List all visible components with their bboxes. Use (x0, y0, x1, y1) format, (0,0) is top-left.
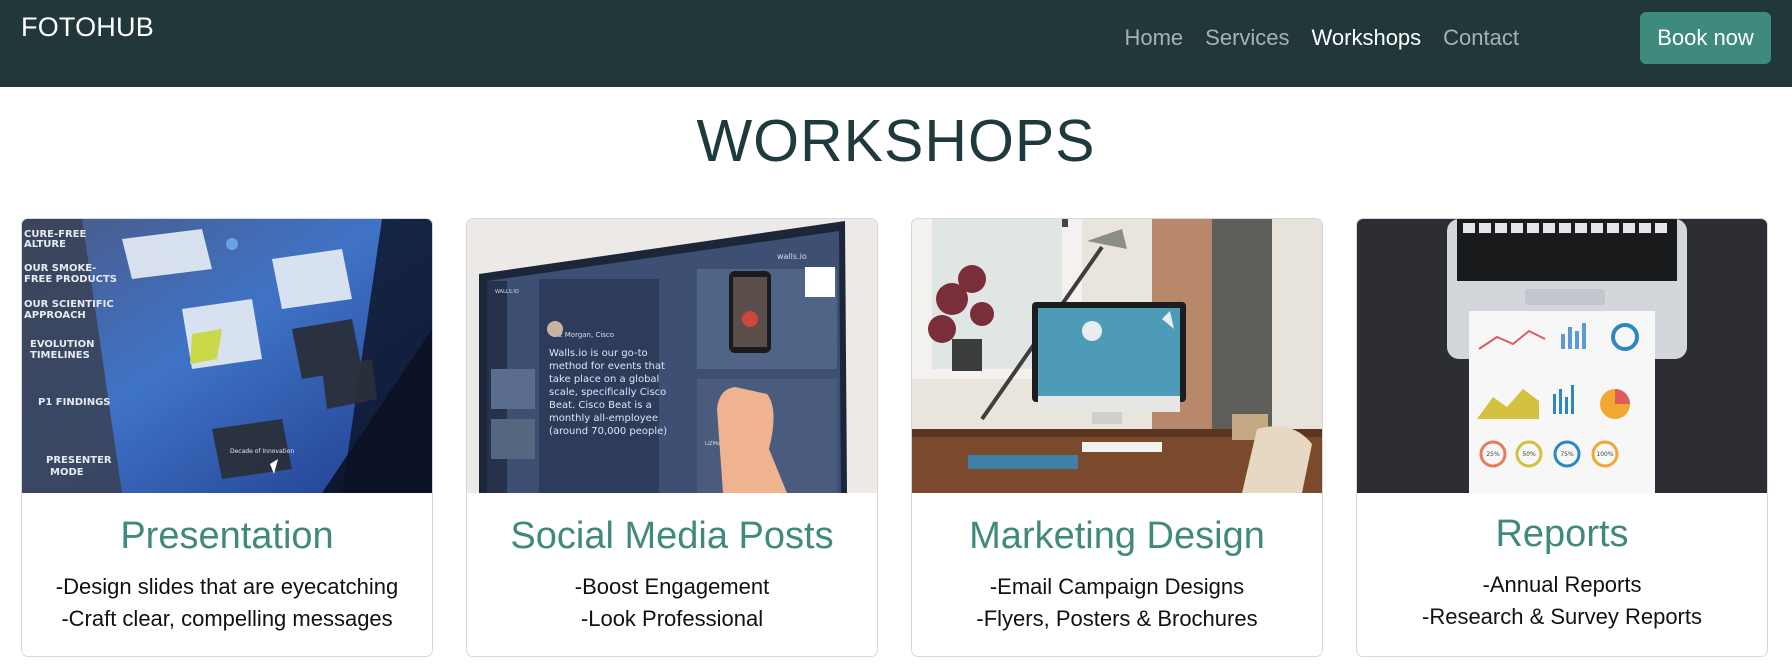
slide-label: TIMELINES (30, 350, 90, 361)
top-navbar: FOTOHUB Home Services Workshops Contact … (0, 0, 1792, 87)
report-charts-photo: 25% 50% 75% 100% (1357, 219, 1767, 493)
donut-label: 25% (1486, 451, 1500, 458)
donut-label: 75% (1560, 451, 1574, 458)
card-line: -Design slides that are eyecatching (55, 574, 399, 599)
wall-brand: WALLS.IO (495, 289, 519, 295)
card-title: Presentation (120, 515, 334, 557)
nav-link-home[interactable]: Home (1113, 24, 1194, 52)
slide-label: Decade of Innovation (230, 448, 294, 455)
touchscreen-presentation-photo: CURE-FREE ALTURE OUR SMOKE- FREE PRODUCT… (22, 219, 432, 493)
wall-quote: Walls.io is our go-to method for events … (549, 348, 668, 437)
book-now-button[interactable]: Book now (1640, 12, 1771, 64)
donut-label: 50% (1522, 451, 1536, 458)
card-line: -Annual Reports (1482, 572, 1642, 597)
slide-label: OUR SCIENTIFIC (24, 299, 114, 310)
nav-link-services[interactable]: Services (1194, 24, 1300, 52)
workshop-card-reports[interactable]: 25% 50% 75% 100% Reports -Annual Reports… (1356, 218, 1768, 657)
card-line: -Boost Engagement (574, 574, 770, 599)
card-title: Reports (1495, 513, 1629, 555)
slide-label: OUR SMOKE- (24, 263, 96, 274)
card-title: Social Media Posts (510, 515, 834, 557)
donut-label: 100% (1596, 451, 1613, 458)
card-line: -Research & Survey Reports (1422, 604, 1702, 629)
workshop-card-presentation[interactable]: CURE-FREE ALTURE OUR SMOKE- FREE PRODUCT… (21, 218, 433, 657)
card-title: Marketing Design (969, 515, 1265, 557)
slide-label: P1 FINDINGS (38, 397, 111, 408)
wall-url: walls.io (777, 252, 807, 261)
page-title: WORKSHOPS (696, 108, 1096, 174)
card-line: -Email Campaign Designs (989, 574, 1245, 599)
slide-label: PRESENTER (46, 455, 112, 466)
nav-link-workshops[interactable]: Workshops (1301, 24, 1433, 52)
slide-label: ALTURE (24, 239, 66, 250)
workshop-card-marketing-design[interactable]: Marketing Design -Email Campaign Designs… (911, 218, 1323, 657)
social-wall-screen-photo: WALLS.IO Liz Morgan, Cisco walls.io LiZM… (467, 219, 877, 493)
card-line: -Look Professional (580, 606, 764, 631)
nav-links: Home Services Workshops Contact (1113, 24, 1530, 52)
nav-link-contact[interactable]: Contact (1432, 24, 1530, 52)
slide-label: FREE PRODUCTS (24, 274, 117, 285)
desk-computer-photo (912, 219, 1322, 493)
card-line: -Flyers, Posters & Brochures (976, 606, 1258, 631)
workshop-card-social-media-posts[interactable]: WALLS.IO Liz Morgan, Cisco walls.io LiZM… (466, 218, 878, 657)
slide-label: APPROACH (24, 310, 86, 321)
card-line: -Craft clear, compelling messages (61, 606, 393, 631)
slide-label: EVOLUTION (30, 339, 94, 350)
brand-logo[interactable]: FOTOHUB (21, 12, 154, 43)
slide-label: MODE (50, 467, 84, 478)
